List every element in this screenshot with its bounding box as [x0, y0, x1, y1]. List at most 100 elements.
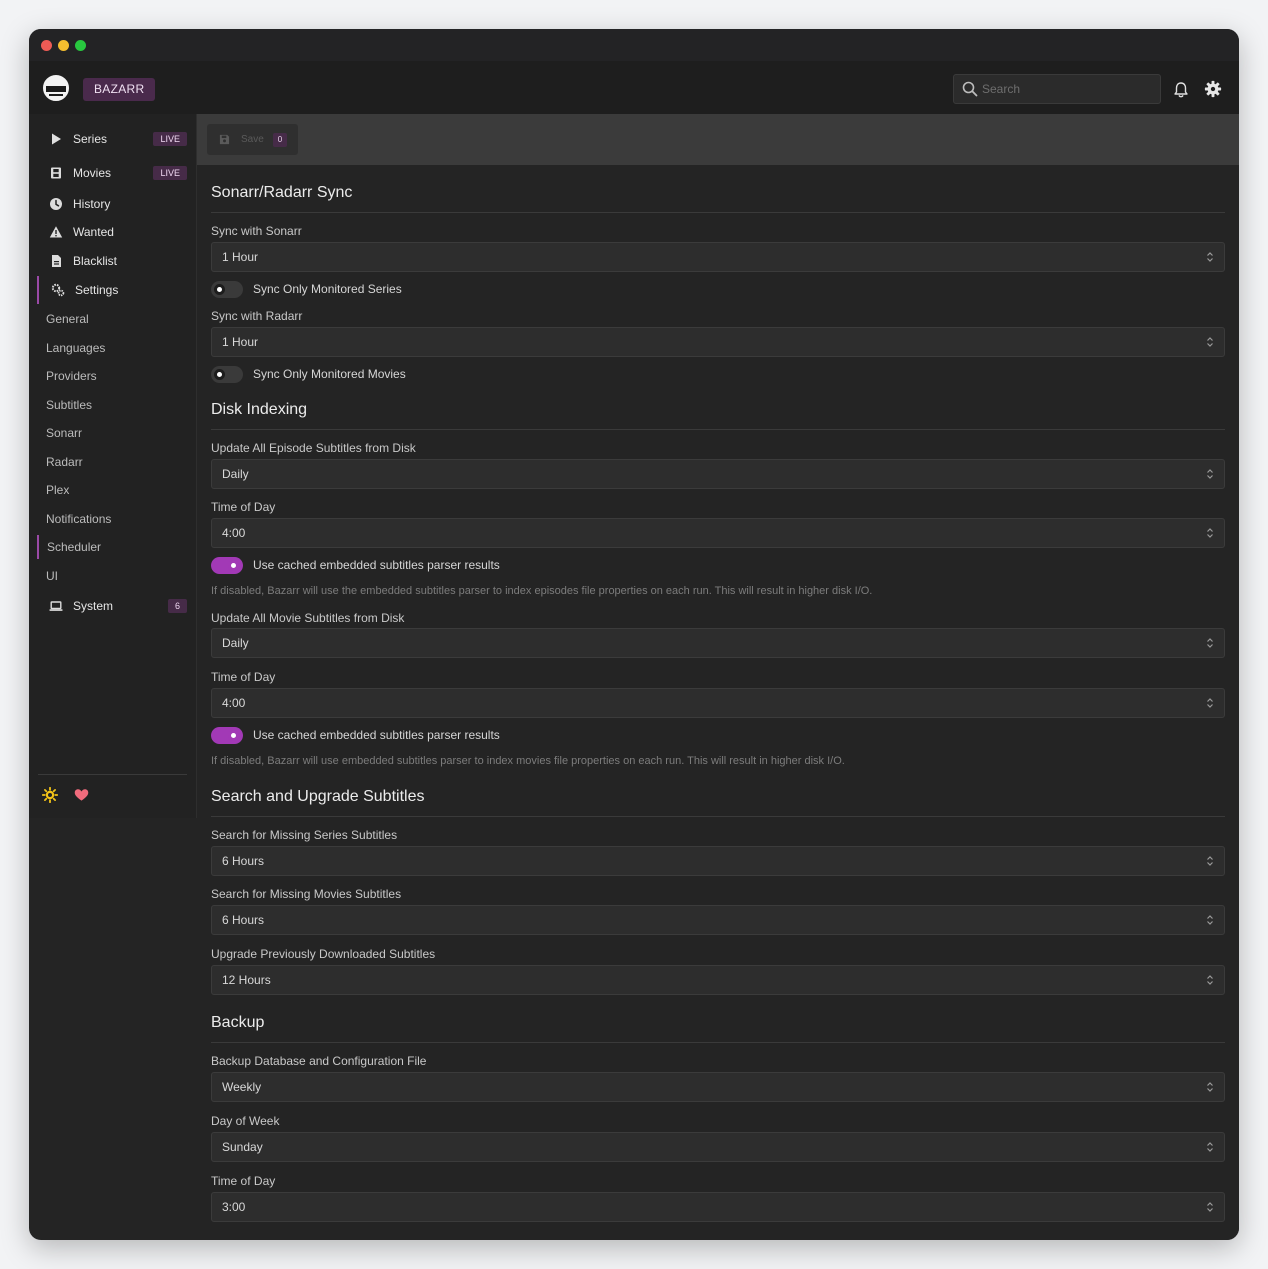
field-label: Search for Missing Series Subtitles — [211, 828, 398, 842]
search-box[interactable] — [953, 74, 1161, 104]
field-label: Time of Day — [211, 1174, 276, 1188]
select-value: 1 Hour — [222, 335, 259, 349]
brand-badge[interactable]: BAZARR — [83, 78, 156, 101]
sidebar-item-blacklist[interactable]: Blacklist — [37, 247, 187, 275]
sidebar-item-history[interactable]: History — [37, 190, 187, 218]
save-count-badge: 0 — [272, 132, 288, 147]
chevron-updown-icon — [1207, 1202, 1213, 1212]
toggle-row: Sync Only Monitored Movies — [211, 365, 406, 383]
help-text: If disabled, Bazarr will use embedded su… — [211, 755, 845, 767]
settings-item-sonarr[interactable]: Sonarr — [37, 421, 187, 445]
select-value: Daily — [222, 467, 249, 481]
movie-disk-update-select[interactable]: Daily — [211, 628, 1225, 658]
episode-disk-update-select[interactable]: Daily — [211, 459, 1225, 489]
settings-item-ui[interactable]: UI — [37, 564, 187, 588]
maximize-window-button[interactable] — [75, 40, 86, 51]
select-value: 6 Hours — [222, 854, 265, 868]
sync-radarr-select[interactable]: 1 Hour — [211, 327, 1225, 357]
sync-monitored-series-toggle[interactable] — [211, 280, 243, 298]
sun-icon[interactable] — [42, 787, 58, 803]
sidebar-item-label: Blacklist — [73, 254, 118, 268]
episode-cached-parser-toggle[interactable] — [211, 556, 243, 574]
title-bar — [29, 29, 1239, 61]
chevron-updown-icon — [1207, 1082, 1213, 1092]
toggle-label: Sync Only Monitored Movies — [253, 367, 406, 381]
toggle-label: Sync Only Monitored Series — [253, 282, 402, 296]
section-title-disk-indexing: Disk Indexing — [211, 401, 1225, 430]
toggle-row: Use cached embedded subtitles parser res… — [211, 726, 500, 744]
play-icon — [52, 133, 61, 145]
search-missing-movies-select[interactable]: 6 Hours — [211, 905, 1225, 935]
settings-item-languages[interactable]: Languages — [37, 336, 187, 360]
field-label: Update All Movie Subtitles from Disk — [211, 611, 405, 625]
movie-cached-parser-toggle[interactable] — [211, 726, 243, 744]
chevron-updown-icon — [1207, 915, 1213, 925]
section-title-sync: Sonarr/Radarr Sync — [211, 184, 1225, 213]
backup-frequency-select[interactable]: Weekly — [211, 1072, 1225, 1102]
chevron-updown-icon — [1207, 528, 1213, 538]
floppy-icon — [219, 134, 230, 145]
upgrade-subtitles-select[interactable]: 12 Hours — [211, 965, 1225, 995]
select-value: Daily — [222, 636, 249, 650]
select-value: 4:00 — [222, 526, 246, 540]
chevron-updown-icon — [1207, 337, 1213, 347]
backup-time-select[interactable]: 3:00 — [211, 1192, 1225, 1222]
gear-icon[interactable] — [1204, 80, 1222, 98]
file-icon — [52, 255, 61, 267]
save-button[interactable]: Save 0 — [207, 124, 298, 155]
field-label: Upgrade Previously Downloaded Subtitles — [211, 947, 436, 961]
field-label: Sync with Sonarr — [211, 224, 302, 238]
settings-item-scheduler[interactable]: Scheduler — [37, 535, 187, 559]
search-icon — [962, 81, 978, 97]
logo-icon[interactable] — [43, 75, 69, 101]
sync-monitored-movies-toggle[interactable] — [211, 365, 243, 383]
field-label: Update All Episode Subtitles from Disk — [211, 441, 416, 455]
sidebar-divider — [38, 774, 187, 775]
field-label: Day of Week — [211, 1114, 280, 1128]
heart-icon[interactable] — [74, 788, 89, 802]
sidebar-item-system[interactable]: System 6 — [37, 592, 187, 620]
sidebar-item-label: Wanted — [73, 225, 114, 239]
settings-item-notifications[interactable]: Notifications — [37, 507, 187, 531]
toggle-label: Use cached embedded subtitles parser res… — [253, 558, 500, 572]
settings-item-plex[interactable]: Plex — [37, 478, 187, 502]
sidebar-item-settings[interactable]: Settings — [37, 276, 187, 304]
sync-sonarr-select[interactable]: 1 Hour — [211, 242, 1225, 272]
toggle-label: Use cached embedded subtitles parser res… — [253, 728, 500, 742]
search-input[interactable] — [982, 75, 1158, 103]
settings-item-providers[interactable]: Providers — [37, 364, 187, 388]
backup-day-select[interactable]: Sunday — [211, 1132, 1225, 1162]
field-label: Time of Day — [211, 500, 276, 514]
section-title-search-upgrade: Search and Upgrade Subtitles — [211, 788, 1225, 817]
field-label: Time of Day — [211, 670, 276, 684]
clock-icon — [50, 198, 62, 210]
settings-item-general[interactable]: General — [37, 307, 187, 331]
select-value: 3:00 — [222, 1200, 246, 1214]
sidebar-item-wanted[interactable]: Wanted — [37, 218, 187, 246]
select-value: 12 Hours — [222, 973, 271, 987]
episode-time-select[interactable]: 4:00 — [211, 518, 1225, 548]
field-label: Backup Database and Configuration File — [211, 1054, 427, 1068]
sidebar-item-movies[interactable]: Movies LIVE — [37, 159, 187, 187]
app-window: BAZARR Search Series LIVE Movies LIVE Hi… — [29, 29, 1239, 1240]
live-badge: LIVE — [153, 132, 187, 146]
section-title-backup: Backup — [211, 1014, 1225, 1043]
settings-item-radarr[interactable]: Radarr — [37, 450, 187, 474]
minimize-window-button[interactable] — [58, 40, 69, 51]
top-header: BAZARR — [29, 61, 1239, 114]
chevron-updown-icon — [1207, 252, 1213, 262]
help-text: If disabled, Bazarr will use the embedde… — [211, 585, 873, 597]
sidebar-item-series[interactable]: Series LIVE — [37, 125, 187, 153]
bell-icon[interactable] — [1173, 81, 1189, 99]
sidebar-item-label: Settings — [75, 283, 119, 297]
movie-time-select[interactable]: 4:00 — [211, 688, 1225, 718]
select-value: Weekly — [222, 1080, 262, 1094]
select-value: 6 Hours — [222, 913, 265, 927]
close-window-button[interactable] — [41, 40, 52, 51]
search-missing-series-select[interactable]: 6 Hours — [211, 846, 1225, 876]
toolbar: Save 0 — [197, 114, 1239, 165]
chevron-updown-icon — [1207, 469, 1213, 479]
chevron-updown-icon — [1207, 1142, 1213, 1152]
chevron-updown-icon — [1207, 698, 1213, 708]
settings-item-subtitles[interactable]: Subtitles — [37, 393, 187, 417]
